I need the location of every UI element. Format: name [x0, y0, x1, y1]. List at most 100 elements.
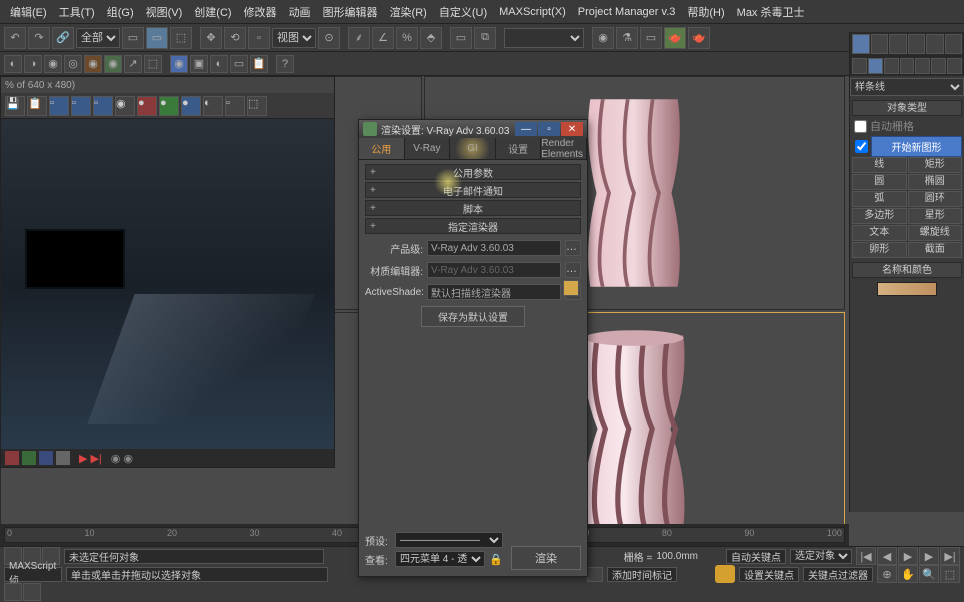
modify-tab[interactable]: [871, 34, 889, 54]
render-frame-button[interactable]: ▭: [640, 27, 662, 49]
render-alpha-button[interactable]: ◐: [203, 96, 223, 116]
view-dropdown[interactable]: 四元菜单 4 - 透: [395, 551, 485, 567]
geometry-cat[interactable]: [852, 58, 867, 74]
select-name-button[interactable]: ▭: [146, 27, 168, 49]
add-time-tag-button[interactable]: 添加时间标记: [607, 567, 677, 582]
ngon-button[interactable]: 多边形: [852, 208, 907, 224]
render-b-button[interactable]: ●: [181, 96, 201, 116]
render-button[interactable]: 🫖: [664, 27, 686, 49]
spinner-snap-button[interactable]: ⬘: [420, 27, 442, 49]
render-clone-button[interactable]: ▫: [49, 96, 69, 116]
start-new-shape-button[interactable]: 开始新图形: [871, 136, 962, 157]
selection-filter-dropdown[interactable]: 全部: [76, 28, 120, 48]
menu-edit[interactable]: 编辑(E): [4, 4, 53, 20]
nav-btn-2[interactable]: ✋: [898, 565, 918, 583]
render-rgb-button[interactable]: ◉: [115, 96, 135, 116]
maxscript-listener[interactable]: MAXScript 侦: [4, 567, 62, 582]
play-button[interactable]: ▶: [898, 547, 918, 565]
teapot-button[interactable]: 🫖: [688, 27, 710, 49]
menu-help[interactable]: 帮助(H): [681, 4, 730, 20]
star-button[interactable]: 星形: [908, 208, 963, 224]
named-selection-dropdown[interactable]: [504, 28, 584, 48]
menu-projectmgr[interactable]: Project Manager v.3: [572, 6, 682, 18]
tool-btn-5[interactable]: ◉: [84, 55, 102, 73]
material-editor-button[interactable]: ◉: [592, 27, 614, 49]
render-clear-button[interactable]: ▫: [71, 96, 91, 116]
close-button[interactable]: ✕: [561, 122, 583, 136]
rollout-common-params[interactable]: 公用参数: [365, 164, 581, 180]
key-mode-dropdown[interactable]: 选定对象: [790, 549, 852, 564]
tool-btn-13[interactable]: 📋: [250, 55, 268, 73]
rollout-email[interactable]: 电子邮件通知: [365, 182, 581, 198]
maximize-button[interactable]: ▫: [538, 122, 560, 136]
cameras-cat[interactable]: [900, 58, 915, 74]
nav-btn-3[interactable]: 🔍: [919, 565, 939, 583]
tab-render-elements[interactable]: Render Elements: [541, 138, 587, 159]
goto-end-button[interactable]: ▶|: [940, 547, 960, 565]
product-renderer-field[interactable]: V-Ray Adv 3.60.03: [427, 240, 561, 256]
circle-button[interactable]: 圆: [852, 174, 907, 190]
render-setup-button[interactable]: ⚗: [616, 27, 638, 49]
object-color-swatch[interactable]: [877, 282, 937, 296]
time-tag-icon[interactable]: [587, 567, 603, 582]
move-button[interactable]: ✥: [200, 27, 222, 49]
create-tab[interactable]: [852, 34, 870, 54]
angle-snap-button[interactable]: ∠: [372, 27, 394, 49]
menu-graph[interactable]: 图形编辑器: [317, 4, 384, 20]
material-renderer-field[interactable]: V-Ray Adv 3.60.03: [427, 262, 561, 278]
scale-button[interactable]: ▫: [248, 27, 270, 49]
menu-create[interactable]: 创建(C): [188, 4, 237, 20]
nav-btn-1[interactable]: ⊕: [877, 565, 897, 583]
tool-btn-10[interactable]: ▣: [190, 55, 208, 73]
link-button[interactable]: 🔗: [52, 27, 74, 49]
ellipse-button[interactable]: 椭圆: [908, 174, 963, 190]
tool-btn-7[interactable]: ↗: [124, 55, 142, 73]
nav-btn-4[interactable]: ⬚: [940, 565, 960, 583]
autokey-button[interactable]: 自动关键点: [726, 549, 786, 564]
menu-maxscript[interactable]: MAXScript(X): [493, 6, 572, 18]
arc-button[interactable]: 弧: [852, 191, 907, 207]
rotate-button[interactable]: ⟲: [224, 27, 246, 49]
systems-cat[interactable]: [947, 58, 962, 74]
hierarchy-tab[interactable]: [889, 34, 907, 54]
object-type-header[interactable]: 对象类型: [852, 100, 962, 116]
menu-antivirus[interactable]: Max 杀毒卫士: [731, 4, 811, 20]
autogrid-checkbox[interactable]: [854, 120, 867, 133]
percent-snap-button[interactable]: %: [396, 27, 418, 49]
material-browse-button[interactable]: …: [565, 262, 581, 278]
name-color-header[interactable]: 名称和颜色: [852, 262, 962, 278]
pivot-button[interactable]: ⊙: [318, 27, 340, 49]
ref-coord-dropdown[interactable]: 视图: [272, 28, 316, 48]
tab-vray[interactable]: V-Ray: [405, 138, 451, 159]
line-button[interactable]: 线: [852, 157, 907, 173]
helpers-cat[interactable]: [915, 58, 930, 74]
lights-cat[interactable]: [884, 58, 899, 74]
render-mono-button[interactable]: ▫: [225, 96, 245, 116]
activeshade-renderer-field[interactable]: 默认扫描线渲染器: [427, 284, 561, 300]
utilities-tab[interactable]: [945, 34, 963, 54]
tool-btn-2[interactable]: ◑: [24, 55, 42, 73]
view-lock-button[interactable]: 🔒: [489, 553, 503, 566]
start-shape-checkbox[interactable]: [855, 140, 868, 153]
menu-render[interactable]: 渲染(R): [384, 4, 433, 20]
select-region-button[interactable]: ⬚: [170, 27, 192, 49]
menu-customize[interactable]: 自定义(U): [433, 4, 493, 20]
preset-dropdown[interactable]: ————————: [395, 532, 503, 548]
set-key-icon[interactable]: [715, 565, 735, 583]
tab-common[interactable]: 公用: [359, 138, 405, 159]
tool-btn-6[interactable]: ◉: [104, 55, 122, 73]
named-sel-button[interactable]: ▭: [450, 27, 472, 49]
mirror-button[interactable]: ⧉: [474, 27, 496, 49]
next-frame-button[interactable]: ▶: [919, 547, 939, 565]
save-defaults-button[interactable]: 保存为默认设置: [421, 306, 525, 327]
help-button[interactable]: ?: [276, 55, 294, 73]
tab-gi[interactable]: GI: [450, 138, 496, 159]
prev-frame-button[interactable]: ◀: [877, 547, 897, 565]
tool-btn-3[interactable]: ◉: [44, 55, 62, 73]
render-button[interactable]: 渲染: [511, 546, 581, 570]
menu-view[interactable]: 视图(V): [140, 4, 189, 20]
product-browse-button[interactable]: …: [565, 240, 581, 256]
render-toggle-button[interactable]: ⬚: [247, 96, 267, 116]
snap-button[interactable]: ⸙: [348, 27, 370, 49]
menu-modifiers[interactable]: 修改器: [238, 4, 283, 20]
